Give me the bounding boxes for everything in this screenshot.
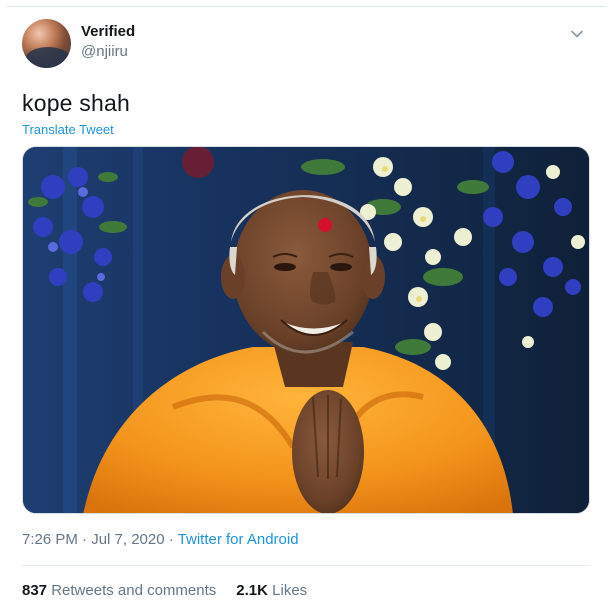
divider — [22, 565, 590, 566]
tweet-photo[interactable] — [22, 146, 590, 514]
likes-count: 2.1K — [236, 582, 268, 599]
photo-image — [23, 147, 589, 513]
tweet-timestamp[interactable]: 7:26 PM · Jul 7, 2020 · — [22, 531, 174, 548]
retweets-stat[interactable]: 837 Retweets and comments — [22, 582, 216, 599]
retweets-count: 837 — [22, 582, 48, 599]
likes-stat[interactable]: 2.1K Likes — [236, 582, 307, 599]
likes-label: Likes — [272, 582, 308, 599]
tweet-meta: 7:26 PM · Jul 7, 2020 · Twitter for Andr… — [22, 531, 299, 548]
tweet-stats: 837 Retweets and comments 2.1K Likes — [22, 582, 307, 599]
translate-tweet-link[interactable]: Translate Tweet — [22, 122, 114, 137]
tweet-source-link[interactable]: Twitter for Android — [178, 531, 299, 548]
user-handle[interactable]: @njiiru — [81, 43, 128, 60]
tweet-header: Verified @njiiru — [22, 19, 590, 69]
tweet-text: kope shah — [22, 90, 130, 116]
retweets-label: Retweets and comments — [51, 582, 217, 599]
chevron-down-icon[interactable] — [568, 25, 586, 43]
user-name[interactable]: Verified — [81, 23, 135, 40]
tweet-card: Verified @njiiru kope shah Translate Twe… — [6, 6, 606, 609]
avatar[interactable] — [22, 19, 71, 68]
